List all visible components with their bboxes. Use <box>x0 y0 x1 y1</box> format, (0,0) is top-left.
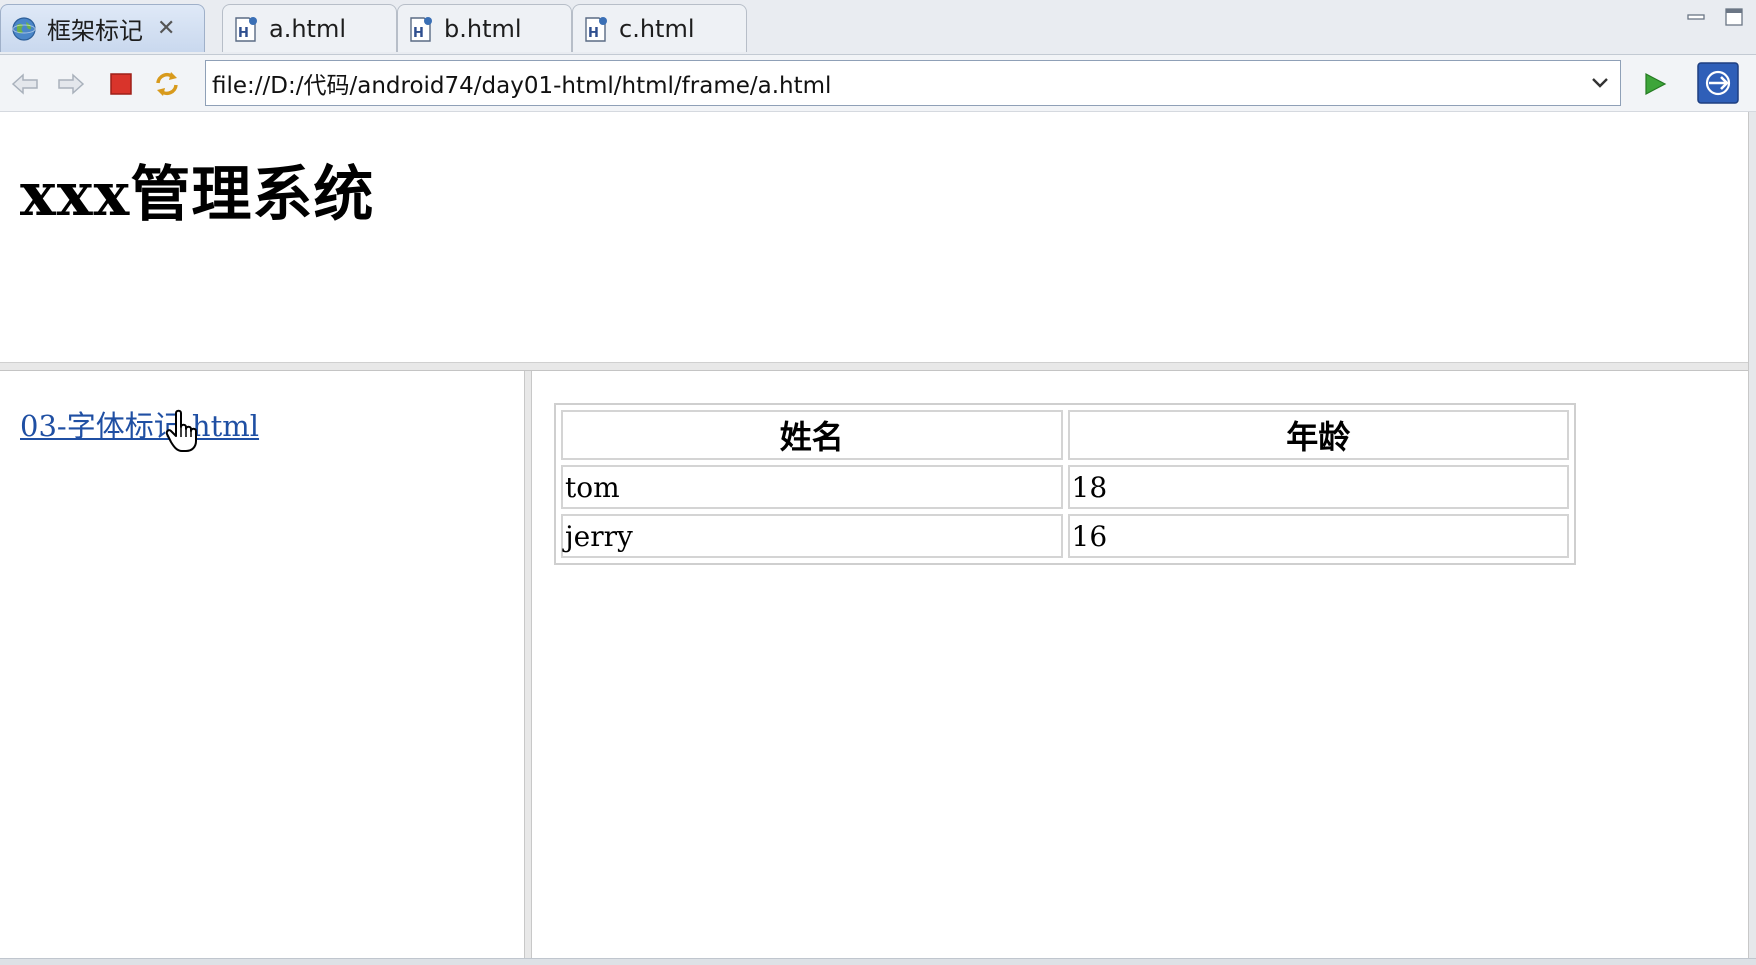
column-header-age: 年龄 <box>1067 410 1569 460</box>
refresh-icon[interactable] <box>150 67 184 101</box>
url-input[interactable] <box>206 61 1576 105</box>
frame-divider-vertical[interactable] <box>524 371 532 958</box>
html-file-icon: H <box>583 15 609 43</box>
top-frame: xxx管理系统 <box>0 112 1756 362</box>
html-file-icon: H <box>233 15 259 43</box>
table-cell-age: 18 <box>1067 465 1569 509</box>
tab-label: a.html <box>269 14 347 43</box>
tab-a-html[interactable]: H a.html <box>222 4 397 52</box>
maximize-icon[interactable] <box>1722 6 1746 28</box>
browser-toolbar <box>0 55 1756 112</box>
page-title: xxx管理系统 <box>20 160 375 230</box>
left-frame: 03-字体标记.html <box>0 371 524 958</box>
column-header-name: 姓名 <box>561 410 1063 460</box>
data-table: 姓名 年龄 tom 18 jerry 16 <box>554 403 1576 565</box>
table-cell-name: tom <box>561 465 1063 509</box>
url-bar[interactable] <box>205 60 1621 106</box>
nav-link-font-markup[interactable]: 03-字体标记.html <box>20 403 259 445</box>
table-row: tom 18 <box>561 465 1569 509</box>
table-cell-name: jerry <box>561 514 1063 558</box>
window-controls <box>1684 6 1746 28</box>
tab-label: c.html <box>619 14 695 43</box>
tab-label: b.html <box>444 14 522 43</box>
html-file-icon: H <box>408 15 434 43</box>
tab-frame-markup[interactable]: 框架标记 ✕ <box>0 4 205 52</box>
table-cell-age: 16 <box>1067 514 1569 558</box>
tab-label: 框架标记 <box>47 17 143 45</box>
right-frame: 姓名 年龄 tom 18 jerry 16 <box>532 371 1748 958</box>
open-external-icon[interactable] <box>1696 61 1740 105</box>
editor-tab-bar: 框架标记 ✕ H a.html H b.html H c.html <box>0 0 1756 55</box>
svg-text:H: H <box>413 26 424 41</box>
table-header-row: 姓名 年龄 <box>561 410 1569 460</box>
tab-c-html[interactable]: H c.html <box>572 4 747 52</box>
globe-icon <box>11 16 37 42</box>
window-right-edge <box>1748 112 1756 958</box>
table-row: jerry 16 <box>561 514 1569 558</box>
chevron-down-icon[interactable] <box>1586 69 1614 97</box>
forward-arrow-icon[interactable] <box>54 67 88 101</box>
svg-text:H: H <box>238 26 249 41</box>
back-arrow-icon[interactable] <box>8 67 42 101</box>
window-bottom-edge <box>0 958 1756 965</box>
close-icon[interactable]: ✕ <box>157 17 175 40</box>
hand-cursor-icon <box>164 409 204 457</box>
svg-text:H: H <box>588 26 599 41</box>
minimize-icon[interactable] <box>1684 6 1708 28</box>
go-icon[interactable] <box>1638 67 1672 101</box>
frame-divider-horizontal[interactable] <box>0 362 1756 371</box>
stop-icon[interactable] <box>104 67 138 101</box>
tab-b-html[interactable]: H b.html <box>397 4 572 52</box>
